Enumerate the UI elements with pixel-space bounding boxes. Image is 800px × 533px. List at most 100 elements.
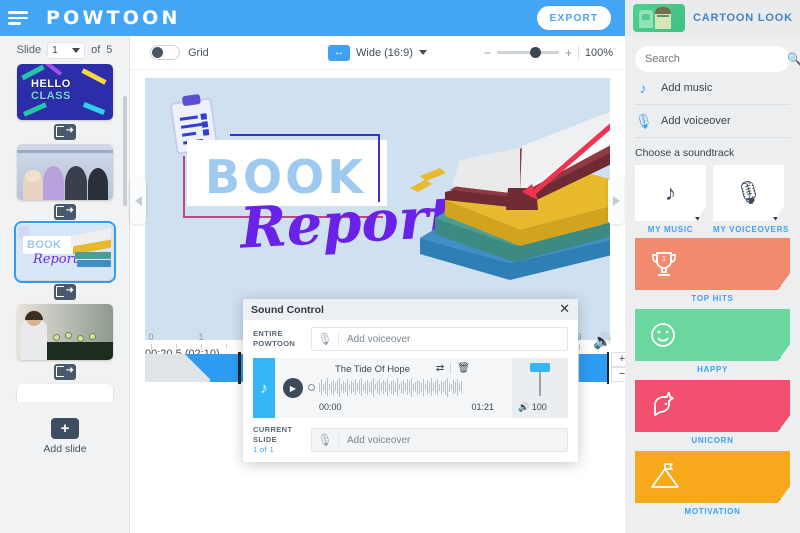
speaker-icon[interactable]: 🔊: [593, 332, 612, 350]
fold-corner-icon: [779, 428, 790, 432]
transition-button-4[interactable]: [54, 363, 76, 380]
unicorn-label: UNICORN: [691, 436, 734, 445]
user-library-cards: ♪ MY MUSIC 🎙 MY VOICEOVERS: [635, 165, 790, 234]
microphone-icon: 🎙: [317, 332, 333, 346]
powtoon-editor: POWTOON EXPORT CARTOON LOOK Slide 1 of 5…: [0, 0, 800, 533]
entire-voiceover-input[interactable]: 🎙 Add voiceover: [311, 327, 568, 351]
canvas-stage-wrapper: BOOK Report: [130, 70, 625, 360]
slide-thumbnail-5[interactable]: [17, 384, 113, 402]
right-panel: 🔍 ♪ Add music 🎙 Add voiceover Choose a s…: [625, 36, 800, 533]
chevron-down-icon: [72, 47, 81, 53]
search-box[interactable]: 🔍: [635, 46, 800, 72]
add-voiceover-label: Add voiceover: [661, 115, 731, 127]
unicorn-card[interactable]: [635, 380, 790, 432]
thumb1-line2: CLASS: [31, 90, 71, 102]
soundtrack-start-time: 00:00: [319, 402, 342, 412]
canvas-next-arrow[interactable]: [608, 178, 624, 224]
shuffle-icon[interactable]: ⇄: [436, 363, 444, 374]
fold-corner-icon: [779, 357, 790, 361]
my-voiceovers-card[interactable]: 🎙: [713, 165, 784, 221]
ruler-label-1: 1: [198, 332, 204, 342]
waveform[interactable]: [319, 376, 479, 398]
brand-logo: POWTOON: [46, 7, 181, 29]
timeline-end-block: [579, 354, 607, 382]
svg-text:1: 1: [662, 255, 666, 263]
search-icon[interactable]: 🔍: [787, 52, 800, 66]
entire-label-line2: POWTOON: [253, 339, 296, 348]
slide-thumbnail-3[interactable]: BOOK Report: [14, 221, 116, 283]
of-word: of: [91, 44, 101, 56]
sound-control-dialog: Sound Control ✕ ENTIRE POWTOON 🎙 Add voi…: [243, 299, 578, 462]
top-hits-card[interactable]: 1: [635, 238, 790, 290]
slide-word: Slide: [16, 44, 42, 56]
current-voiceover-input[interactable]: 🎙 Add voiceover: [311, 428, 568, 452]
unicorn-icon: [649, 392, 679, 420]
slide-thumbnail-list[interactable]: HELLOCLASS BOOK Report: [0, 64, 130, 402]
thumb1-line1: HELLO: [31, 78, 71, 90]
current-label-line2: SLIDE: [253, 435, 278, 444]
cartoon-look-thumbnail[interactable]: [633, 4, 685, 32]
export-button[interactable]: EXPORT: [537, 6, 611, 30]
timeline-end-marker[interactable]: [607, 352, 609, 384]
zoom-slider-handle[interactable]: [529, 47, 541, 58]
fold-corner-icon: [779, 499, 790, 503]
add-voiceover-item[interactable]: 🎙 Add voiceover: [635, 105, 790, 138]
slide-counter: Slide 1 of 5: [0, 36, 129, 64]
add-music-item[interactable]: ♪ Add music: [635, 72, 790, 105]
look-bar: CARTOON LOOK: [625, 0, 800, 36]
motivation-card[interactable]: [635, 451, 790, 503]
cartoon-look-label: CARTOON LOOK: [693, 12, 793, 24]
slides-panel: Slide 1 of 5 HELLO CLASS ➜ ➜ BOOK Report…: [0, 36, 130, 533]
happy-card[interactable]: [635, 309, 790, 361]
volume-icon: 🔊: [518, 402, 530, 412]
dialog-header: Sound Control ✕: [243, 299, 578, 320]
transition-button-3[interactable]: [54, 283, 76, 300]
entire-powtoon-row: ENTIRE POWTOON 🎙 Add voiceover: [243, 320, 578, 358]
soundtrack-end-time: 01:21: [471, 402, 494, 412]
arrows-horizontal-icon: ↔: [328, 44, 350, 61]
happy-label: HAPPY: [696, 365, 729, 374]
timeline-fade-in: [185, 354, 213, 382]
my-voiceovers-label: MY VOICEOVERS: [713, 225, 790, 234]
fold-corner-icon: [773, 217, 784, 221]
canvas-prev-arrow[interactable]: [130, 178, 146, 224]
close-icon[interactable]: ✕: [559, 302, 570, 316]
music-note-icon: ♪: [639, 80, 647, 96]
zoom-slider[interactable]: [496, 47, 559, 58]
menu-icon[interactable]: [8, 0, 34, 36]
music-note-icon[interactable]: ♪: [253, 358, 275, 418]
trash-icon[interactable]: 🗑: [457, 363, 470, 374]
add-slide-button[interactable]: + Add slide: [0, 418, 130, 455]
zoom-in-button[interactable]: +: [565, 46, 572, 60]
dialog-title: Sound Control: [251, 303, 324, 316]
microphone-icon: 🎙: [734, 180, 763, 205]
slide-thumbnail-2[interactable]: [17, 144, 113, 200]
entire-powtoon-label: ENTIRE POWTOON: [253, 329, 311, 349]
entire-voiceover-placeholder: Add voiceover: [347, 333, 411, 345]
timeline-playhead[interactable]: [238, 352, 241, 384]
zoom-value: 100%: [584, 46, 613, 59]
transition-button-1[interactable]: [54, 123, 76, 140]
play-icon[interactable]: ▶: [283, 378, 303, 398]
choose-soundtrack-label: Choose a soundtrack: [635, 147, 735, 159]
plus-icon: +: [51, 418, 79, 439]
my-music-card[interactable]: ♪: [635, 165, 706, 221]
zoom-out-button[interactable]: −: [484, 46, 491, 60]
add-slide-label: Add slide: [43, 443, 87, 455]
trophy-icon: 1: [649, 250, 679, 278]
slide-thumbnail-4[interactable]: [17, 304, 113, 360]
transition-button-2[interactable]: [54, 203, 76, 220]
search-input[interactable]: [645, 53, 787, 65]
slide-thumbnail-1[interactable]: HELLO CLASS: [17, 64, 113, 120]
aspect-ratio-dropdown[interactable]: ↔ Wide (16:9): [328, 44, 427, 61]
volume-value: 🔊 100: [518, 402, 547, 413]
fold-corner-icon: [695, 217, 706, 221]
grid-toggle[interactable]: [150, 45, 180, 60]
mountain-flag-icon: [649, 463, 681, 491]
add-music-label: Add music: [661, 82, 713, 94]
current-slide-row: CURRENT SLIDE 1 of 1 🎙 Add voiceover: [243, 418, 578, 462]
scrub-handle[interactable]: [308, 384, 315, 391]
volume-slider-handle[interactable]: [530, 363, 550, 372]
slide-number-dropdown[interactable]: 1: [47, 41, 86, 59]
slides-scrollbar[interactable]: [123, 96, 127, 206]
